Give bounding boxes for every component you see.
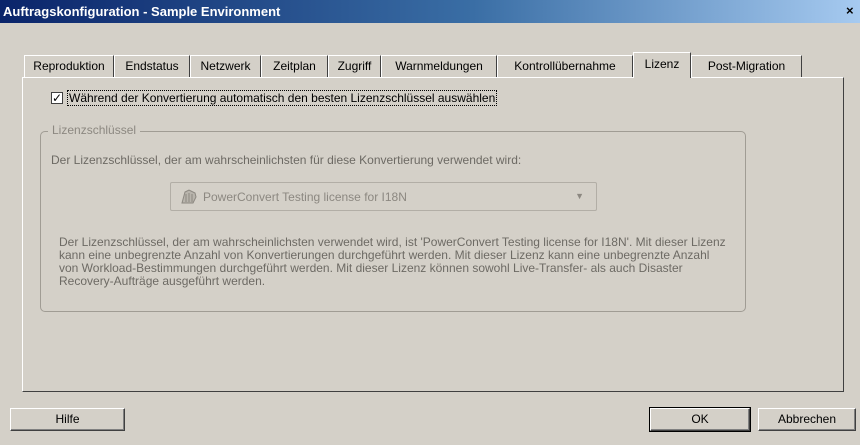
tab-label: Zugriff — [337, 59, 372, 73]
chevron-down-icon[interactable]: ▼ — [575, 191, 584, 201]
cancel-button[interactable]: Abbrechen — [758, 408, 856, 431]
license-select-value: PowerConvert Testing license for I18N — [203, 190, 407, 204]
tab-reproduktion[interactable]: Reproduktion — [24, 55, 114, 77]
likely-key-label: Der Lizenzschlüssel, der am wahrscheinli… — [51, 153, 522, 167]
ok-button-label: OK — [691, 412, 709, 426]
auto-select-label[interactable]: Während der Konvertierung automatisch de… — [66, 90, 498, 106]
tab-post-migration[interactable]: Post-Migration — [691, 55, 802, 77]
help-button-label: Hilfe — [55, 412, 80, 426]
license-key-group-title: Lizenzschlüssel — [48, 123, 141, 137]
auto-select-checkbox[interactable]: ✓ — [51, 92, 63, 104]
tab-label: Lizenz — [644, 57, 680, 71]
tab-zeitplan[interactable]: Zeitplan — [261, 55, 328, 77]
ok-button[interactable]: OK — [649, 407, 751, 432]
help-button[interactable]: Hilfe — [10, 408, 125, 431]
window-title: Auftragskonfiguration - Sample Environme… — [3, 4, 281, 19]
license-select[interactable]: PowerConvert Testing license for I18N ▼ — [170, 182, 597, 211]
tab-zugriff[interactable]: Zugriff — [328, 55, 381, 77]
tab-warnmeldungen[interactable]: Warnmeldungen — [381, 55, 497, 77]
tab-lizenz[interactable]: Lizenz — [633, 52, 691, 78]
tab-label: Post-Migration — [707, 59, 786, 73]
tab-label: Netzwerk — [200, 59, 251, 73]
license-info-text: Der Lizenzschlüssel, der am wahrscheinli… — [59, 235, 726, 288]
tab-label: Warnmeldungen — [395, 59, 483, 73]
tab-kontrolluebernahme[interactable]: Kontrollübernahme — [497, 55, 633, 77]
tab-label: Zeitplan — [273, 59, 316, 73]
close-button[interactable]: × — [846, 4, 860, 18]
tab-label: Endstatus — [125, 59, 179, 73]
tab-label: Kontrollübernahme — [514, 59, 616, 73]
tab-endstatus[interactable]: Endstatus — [114, 55, 190, 77]
dialog-window: Auftragskonfiguration - Sample Environme… — [0, 0, 860, 445]
tab-label: Reproduktion — [33, 59, 105, 73]
cancel-button-label: Abbrechen — [777, 412, 837, 426]
title-bar[interactable]: Auftragskonfiguration - Sample Environme… — [0, 0, 860, 23]
tab-netzwerk[interactable]: Netzwerk — [190, 55, 261, 77]
license-key-icon — [180, 189, 198, 205]
